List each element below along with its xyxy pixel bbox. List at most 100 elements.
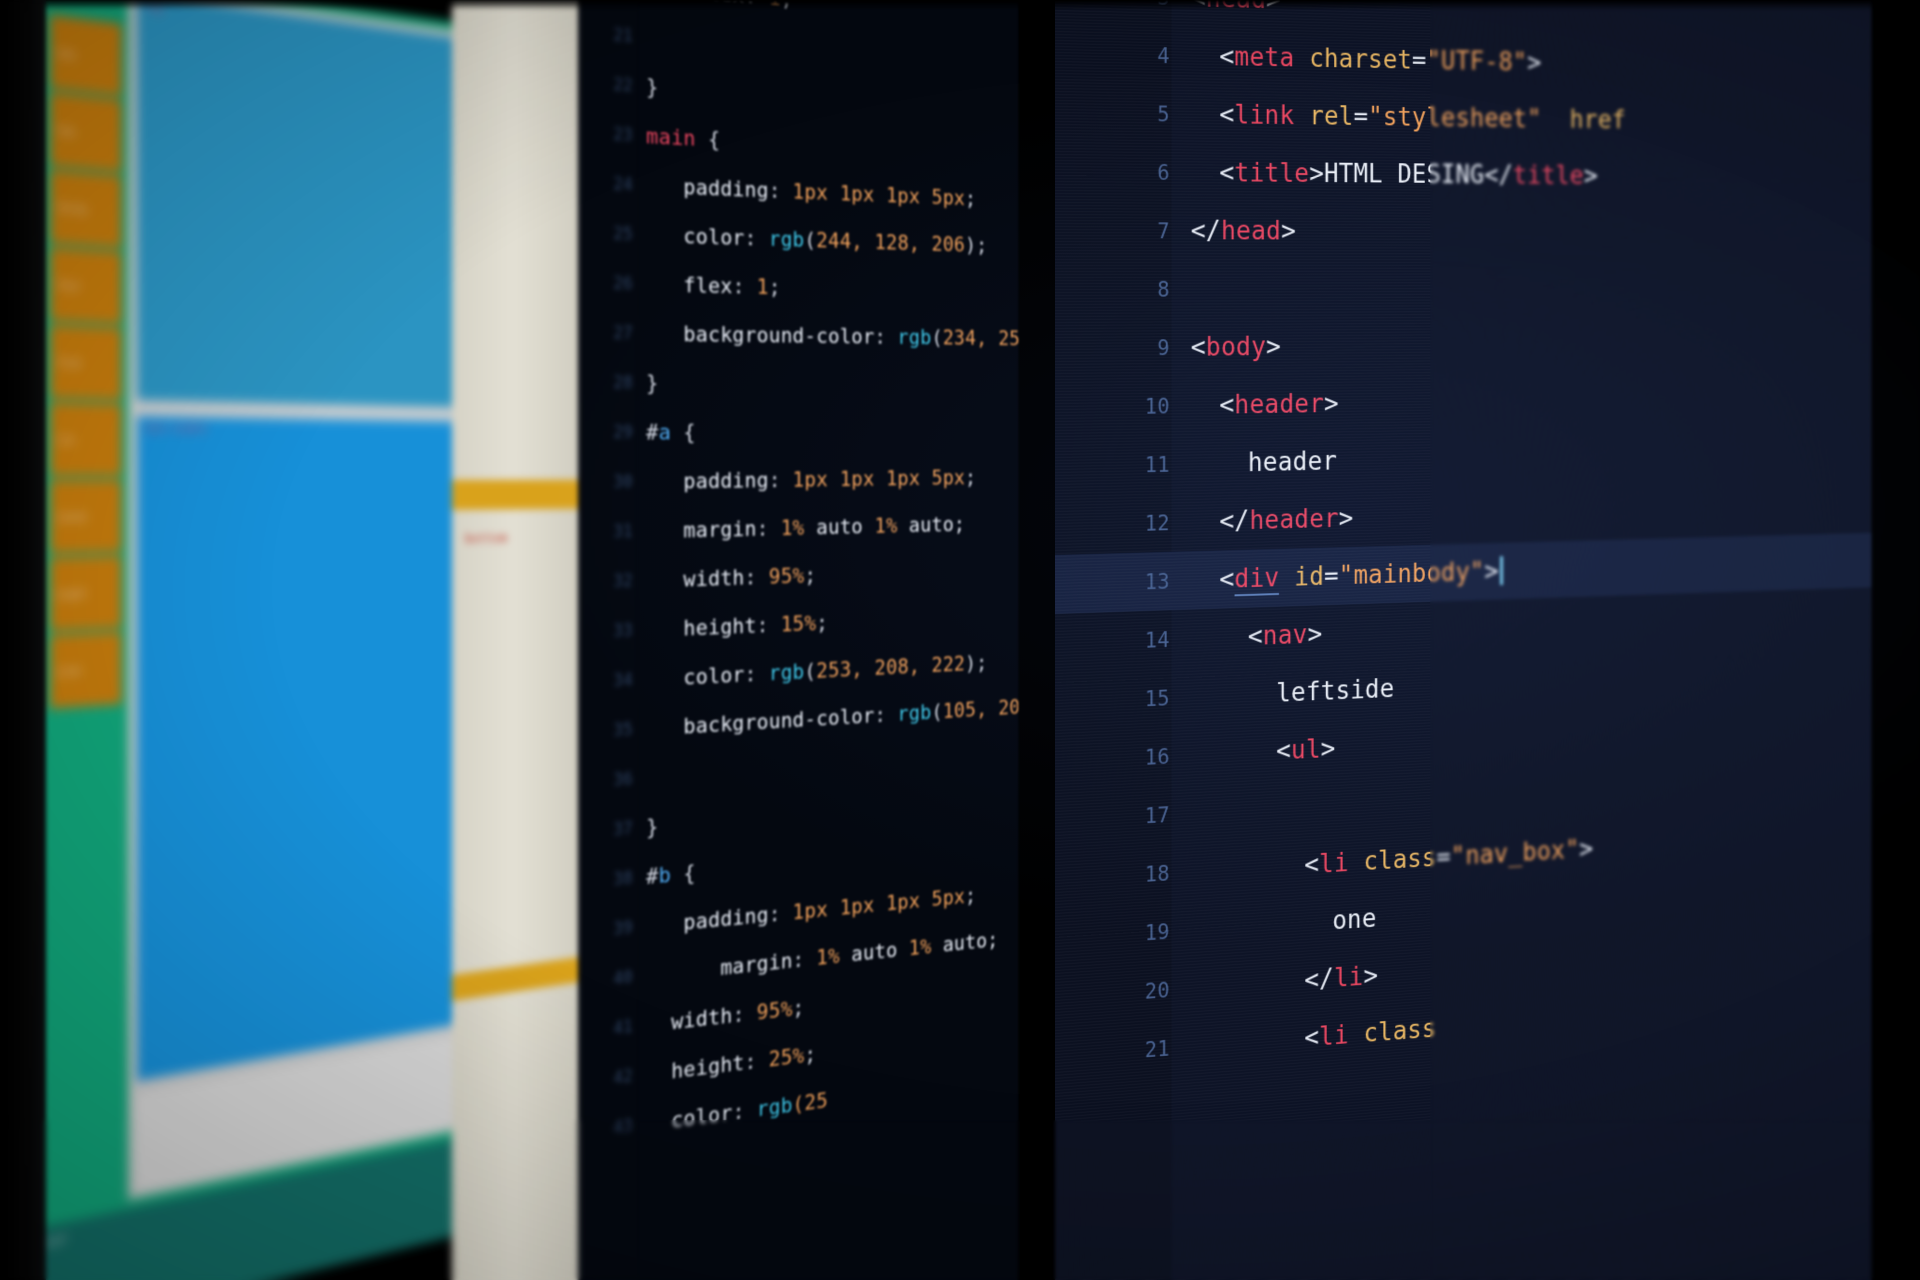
css-code-area[interactable]: 19 ...20 flex: 1;2122}23main {24 padding… — [578, 0, 1018, 1158]
code-line-content: <title>HTML DESING</title> — [1191, 158, 1597, 191]
line-number: 35 — [613, 719, 633, 741]
code-line-content: </li> — [1191, 961, 1378, 1003]
css-editor-pane[interactable]: 19 ...20 flex: 1;2122}23main {24 padding… — [578, 0, 1019, 1280]
code-token: = — [1353, 102, 1369, 132]
code-token: ( — [804, 228, 817, 253]
code-line-content: width: 95%; — [646, 995, 804, 1037]
monitor-bezel-top — [0, 0, 1920, 10]
code-line-content: padding: 1px 1px 1px 5px; — [646, 466, 976, 495]
code-token: ; — [792, 995, 805, 1021]
code-token: a — [658, 420, 672, 445]
preview-nav-label: five — [57, 355, 82, 370]
code-token: : — [874, 325, 898, 349]
code-token: = — [1323, 561, 1339, 592]
line-number: 4 — [1157, 43, 1170, 68]
preview-nav-item[interactable]: seven — [50, 479, 122, 554]
preview-nav-item[interactable]: three — [50, 169, 122, 249]
code-line[interactable]: 28} — [578, 358, 1018, 408]
code-line[interactable]: 5 <link rel="stylesheet" href — [1055, 83, 1872, 153]
code-line-content: color: rgb(25 — [646, 1088, 828, 1136]
code-token: auto — [839, 936, 909, 968]
line-number: 43 — [613, 1115, 633, 1139]
code-token: 244, 128, 206 — [816, 228, 966, 257]
code-line[interactable]: 30 padding: 1px 1px 1px 5px; — [578, 450, 1018, 508]
preview-nav-sidebar[interactable]: one two three four five six seven eight … — [50, 14, 122, 1087]
code-token: </ — [1219, 506, 1250, 537]
line-number: 19 — [1144, 919, 1170, 945]
code-line-content: <link rel="stylesheet" href — [1191, 100, 1625, 135]
code-token: rgb — [897, 700, 932, 727]
code-token: auto; — [931, 927, 999, 959]
code-token: > — [1266, 331, 1281, 362]
code-line-content: color: rgb(244, 128, 206); — [646, 223, 987, 257]
code-line-content: <ul> — [1191, 734, 1335, 770]
line-number: 23 — [613, 124, 633, 146]
code-token: < — [1219, 390, 1235, 421]
code-token: 25% — [768, 1043, 805, 1072]
code-token: ; — [804, 1042, 817, 1068]
code-line[interactable]: 27 background-color: rgb(234, 255, 254); — [578, 308, 1018, 366]
code-line-content: one — [1191, 904, 1376, 945]
code-token: = — [1436, 842, 1451, 873]
code-token: ; — [965, 883, 977, 908]
code-line[interactable]: 29 #a { — [578, 408, 1018, 458]
code-token: : — [768, 178, 793, 204]
code-token: 234, 255, 254 — [942, 326, 1019, 351]
code-token: } — [646, 370, 659, 396]
line-number: 17 — [1144, 802, 1170, 828]
code-token: auto; — [897, 512, 966, 538]
code-token: ; — [804, 563, 817, 588]
code-token: auto — [804, 514, 875, 540]
code-token: "nav_box" — [1450, 835, 1580, 872]
line-number: 8 — [1157, 277, 1170, 302]
html-editor-pane[interactable]: 23<head>4<meta charset="UTF-8">5<link re… — [1055, 0, 1872, 1280]
code-token: padding — [683, 902, 769, 936]
monitor-bezel-left — [0, 0, 46, 1280]
preview-nav-item[interactable]: six — [50, 402, 122, 476]
code-line-content: flex: 1; — [646, 272, 780, 300]
code-token: 1px 1px 1px 5px — [792, 466, 966, 493]
code-line[interactable]: 6 <title>HTML DESING</title> — [1055, 142, 1872, 206]
code-token: > — [1323, 389, 1339, 419]
code-line-content: <header> — [1191, 389, 1339, 421]
preview-nav-item[interactable]: nine — [50, 631, 122, 709]
code-token: rel — [1294, 101, 1354, 132]
code-line-content: padding: 1px 1px 1px 5px; — [646, 173, 977, 211]
code-token: 95% — [768, 563, 805, 590]
code-token: </ — [1190, 216, 1221, 246]
code-line-content: main { — [646, 124, 720, 152]
code-token: 1% — [908, 934, 932, 961]
preview-nav-item[interactable]: one — [50, 14, 122, 97]
preview-nav-item[interactable]: five — [50, 324, 122, 401]
code-token: : — [768, 900, 793, 928]
code-token: ; — [965, 186, 977, 211]
line-number: 27 — [613, 323, 633, 344]
code-token: link — [1234, 100, 1295, 131]
line-number: 7 — [1157, 218, 1170, 243]
code-token: title — [1512, 160, 1584, 191]
preview-nav-item[interactable]: eight — [50, 555, 122, 632]
code-token: background-color — [683, 703, 875, 740]
code-line[interactable]: 7 </head> — [1055, 201, 1872, 260]
code-line-content: </head> — [1191, 216, 1296, 246]
code-line[interactable]: 8 — [1055, 260, 1872, 319]
line-number: 36 — [613, 769, 633, 791]
code-line-content: color: rgb(253, 208, 222); — [646, 651, 987, 692]
preview-nav-label: eight — [57, 586, 88, 601]
code-line-content: height: 15%; — [646, 611, 828, 643]
code-token: : — [732, 274, 757, 300]
code-token: color — [683, 224, 745, 251]
code-token: flex — [683, 273, 733, 299]
preview-nav-label: seven — [57, 509, 88, 524]
code-line-content: #a { — [646, 420, 696, 445]
preview-nav-item[interactable]: four — [50, 247, 122, 325]
preview-nav-item[interactable]: two — [50, 92, 122, 173]
code-line-content: leftside — [1191, 674, 1394, 712]
code-line[interactable]: 9 <body> — [1055, 314, 1872, 378]
code-token: padding — [683, 468, 769, 494]
html-code-area[interactable]: 23<head>4<meta charset="UTF-8">5<link re… — [1055, 0, 1872, 1086]
line-number: 21 — [1144, 1036, 1170, 1062]
